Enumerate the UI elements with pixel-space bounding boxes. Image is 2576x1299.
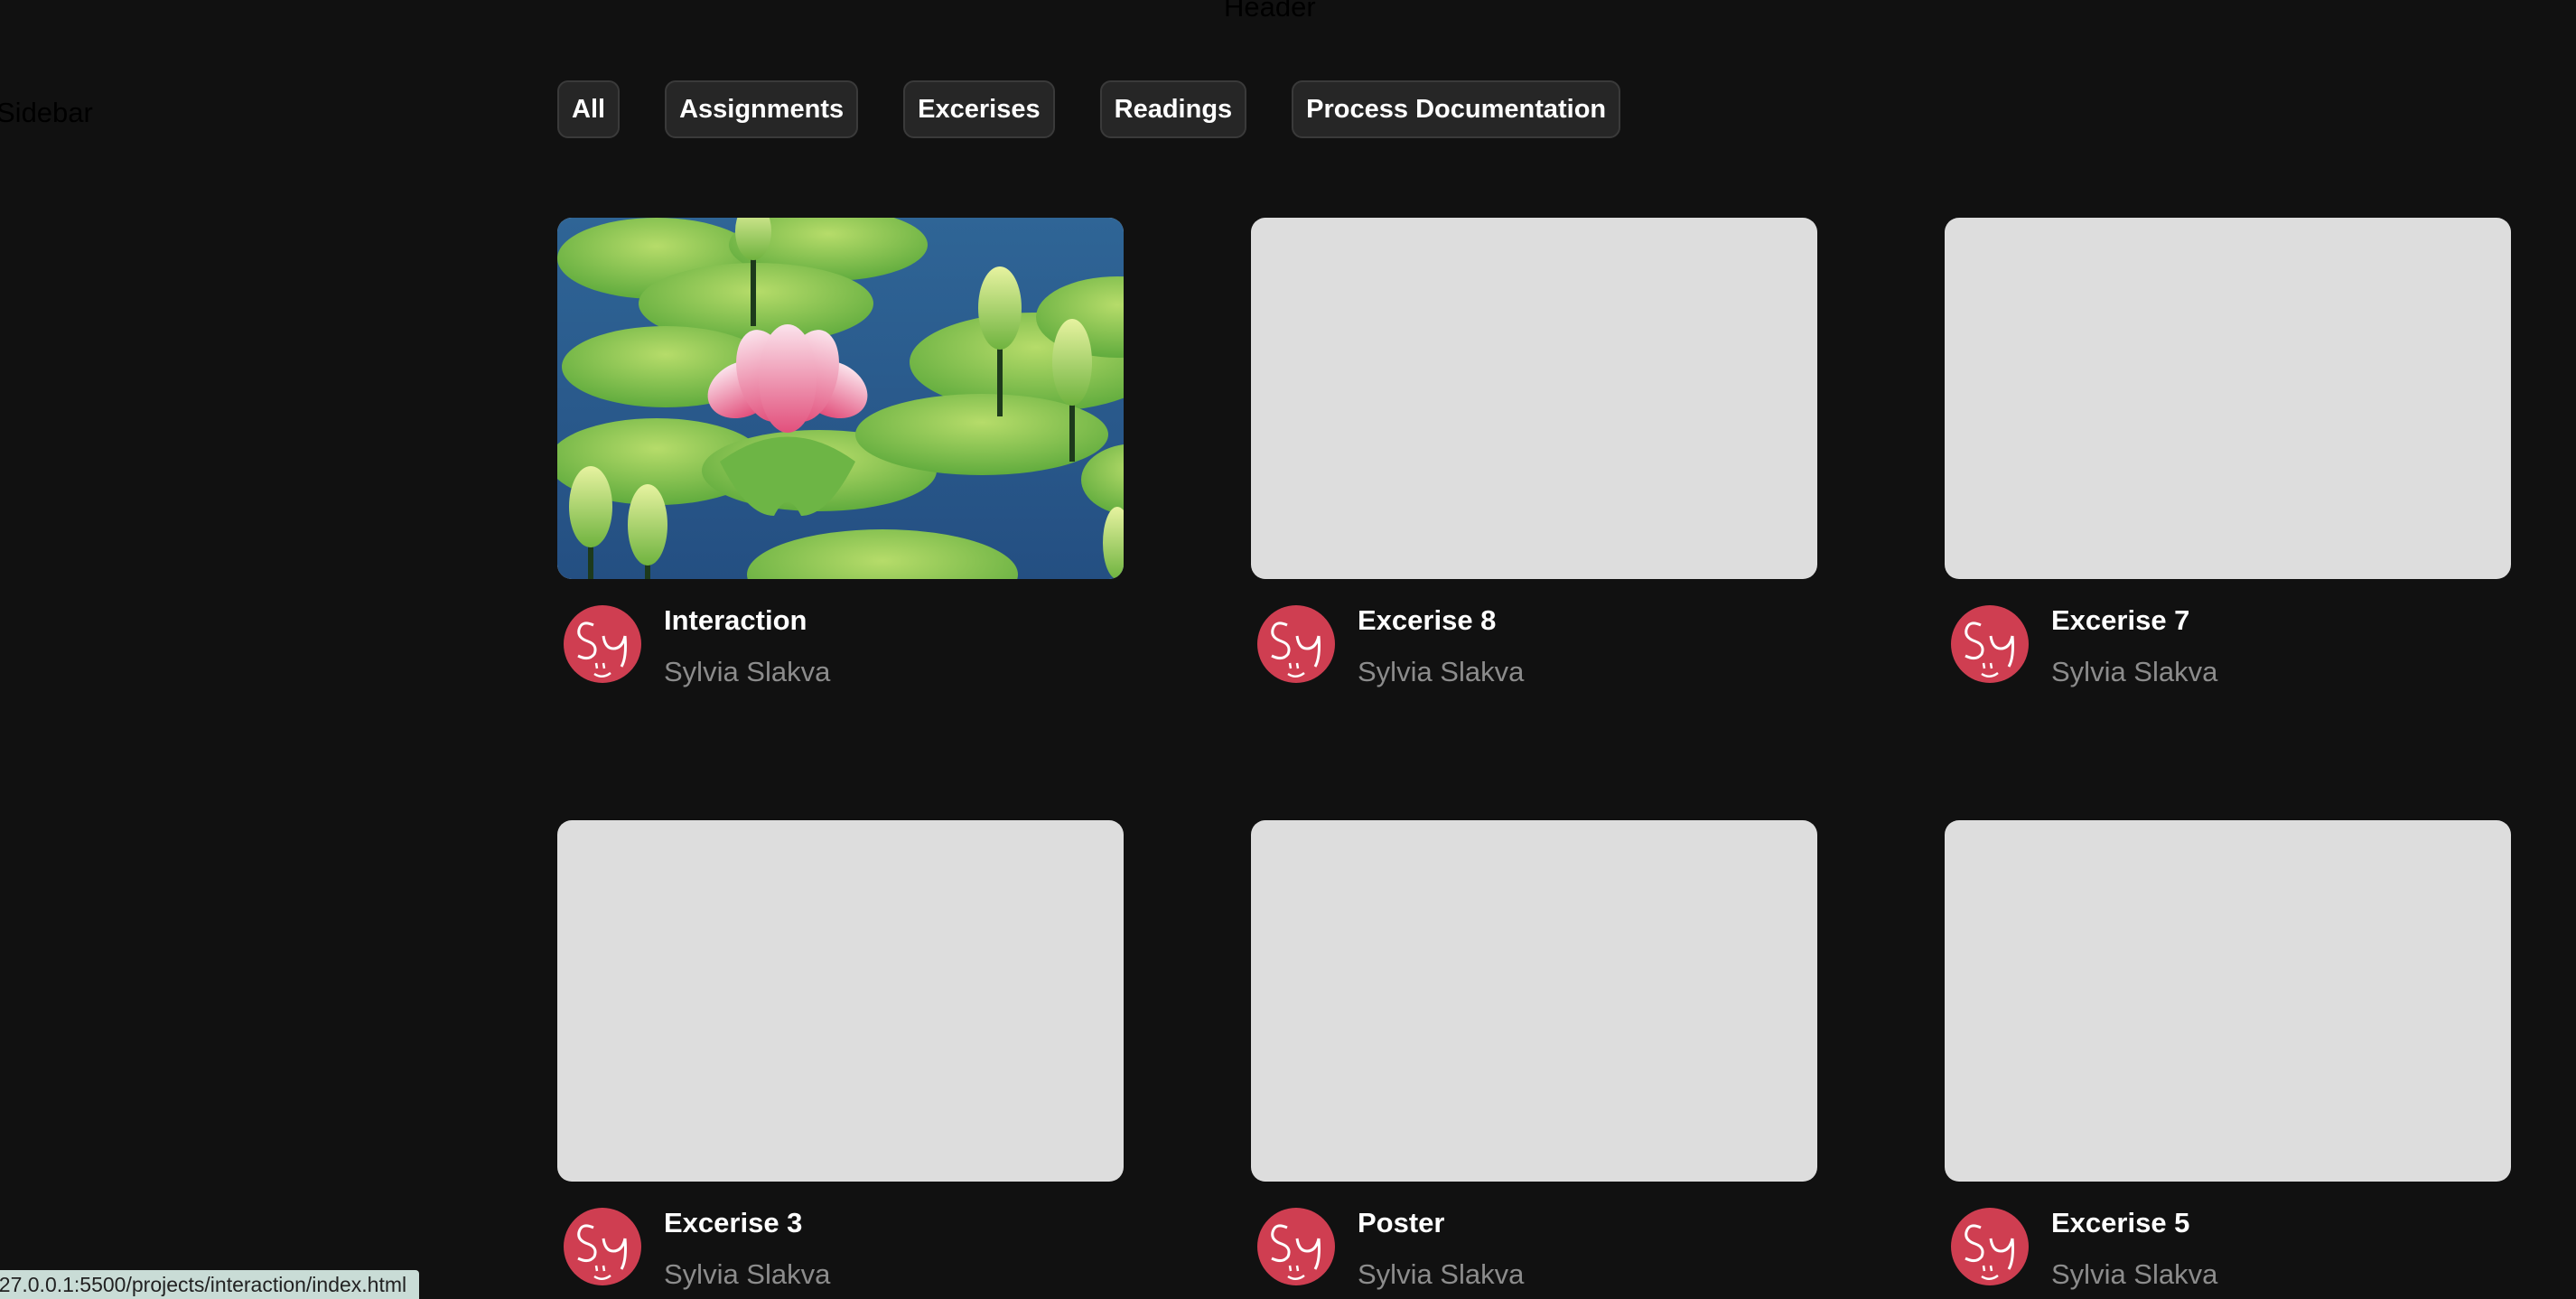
project-card-excerise-5[interactable]: Excerise 5 Sylvia Slakva [1945,820,2511,1290]
filter-all-button[interactable]: All [557,80,621,138]
avatar[interactable] [1951,605,2029,683]
card-meta: Interaction Sylvia Slakva [557,604,1124,687]
project-card-excerise-7[interactable]: Excerise 7 Sylvia Slakva [1945,218,2511,687]
project-title[interactable]: Excerise 7 [2051,605,2217,636]
card-text: Poster Sylvia Slakva [1358,1207,1524,1290]
project-author: Sylvia Slakva [2051,1258,2218,1290]
avatar-monogram-icon [1271,1224,1321,1280]
avatar-monogram-icon [577,1224,627,1280]
project-author: Sylvia Slakva [1358,656,1525,687]
card-meta: Excerise 7 Sylvia Slakva [1945,604,2511,687]
filter-process-documentation-button[interactable]: Process Documentation [1292,80,1621,138]
status-url-text: 127.0.0.1:5500/projects/interaction/inde… [0,1273,407,1296]
project-thumbnail[interactable] [557,218,1124,579]
project-thumbnail-placeholder[interactable] [1945,218,2511,579]
card-text: Interaction Sylvia Slakva [664,604,830,687]
project-title[interactable]: Interaction [664,605,830,636]
project-title[interactable]: Excerise 5 [2051,1208,2217,1238]
card-meta: Excerise 8 Sylvia Slakva [1251,604,1817,687]
card-meta: Poster Sylvia Slakva [1251,1207,1817,1290]
avatar[interactable] [564,605,641,683]
card-text: Excerise 5 Sylvia Slakva [2051,1207,2217,1290]
project-thumbnail-placeholder[interactable] [557,820,1124,1182]
avatar-monogram-icon [1965,1224,2014,1280]
project-title[interactable]: Poster [1358,1208,1524,1238]
project-thumbnail-placeholder[interactable] [1251,218,1817,579]
filter-readings-button[interactable]: Readings [1099,80,1247,138]
avatar[interactable] [1257,1208,1335,1285]
card-meta: Excerise 3 Sylvia Slakva [557,1207,1124,1290]
avatar[interactable] [564,1208,641,1285]
card-meta: Excerise 5 Sylvia Slakva [1945,1207,2511,1290]
card-text: Excerise 3 Sylvia Slakva [664,1207,830,1290]
header-label: Header [1224,0,1316,23]
project-card-excerise-8[interactable]: Excerise 8 Sylvia Slakva [1251,218,1817,687]
project-author: Sylvia Slakva [1358,1258,1525,1290]
project-author: Sylvia Slakva [2051,656,2218,687]
avatar-monogram-icon [577,621,627,678]
project-author: Sylvia Slakva [664,656,831,687]
status-bar-url: 127.0.0.1:5500/projects/interaction/inde… [0,1270,420,1299]
avatar[interactable] [1951,1208,2029,1285]
filter-bar: All Assignments Excerises Readings Proce… [557,80,1621,138]
filter-assignments-button[interactable]: Assignments [665,80,859,138]
card-text: Excerise 7 Sylvia Slakva [2051,604,2217,687]
avatar[interactable] [1257,605,1335,683]
lotus-pond-image [557,218,1124,579]
sidebar-label: Sidebar [0,97,93,128]
project-title[interactable]: Excerise 8 [1358,605,1524,636]
page: Header Sidebar All Assignments Excerises… [0,0,2576,1299]
project-thumbnail-placeholder[interactable] [1945,820,2511,1182]
project-grid: Interaction Sylvia Slakva Excerise 8 Syl… [557,218,2511,1290]
project-card-poster[interactable]: Poster Sylvia Slakva [1251,820,1817,1290]
project-title[interactable]: Excerise 3 [664,1208,830,1238]
project-card-interaction[interactable]: Interaction Sylvia Slakva [557,218,1124,687]
card-text: Excerise 8 Sylvia Slakva [1358,604,1524,687]
project-author: Sylvia Slakva [664,1258,831,1290]
project-thumbnail-placeholder[interactable] [1251,820,1817,1182]
project-card-excerise-3[interactable]: Excerise 3 Sylvia Slakva [557,820,1124,1290]
avatar-monogram-icon [1271,621,1321,678]
avatar-monogram-icon [1965,621,2014,678]
filter-excerises-button[interactable]: Excerises [903,80,1055,138]
